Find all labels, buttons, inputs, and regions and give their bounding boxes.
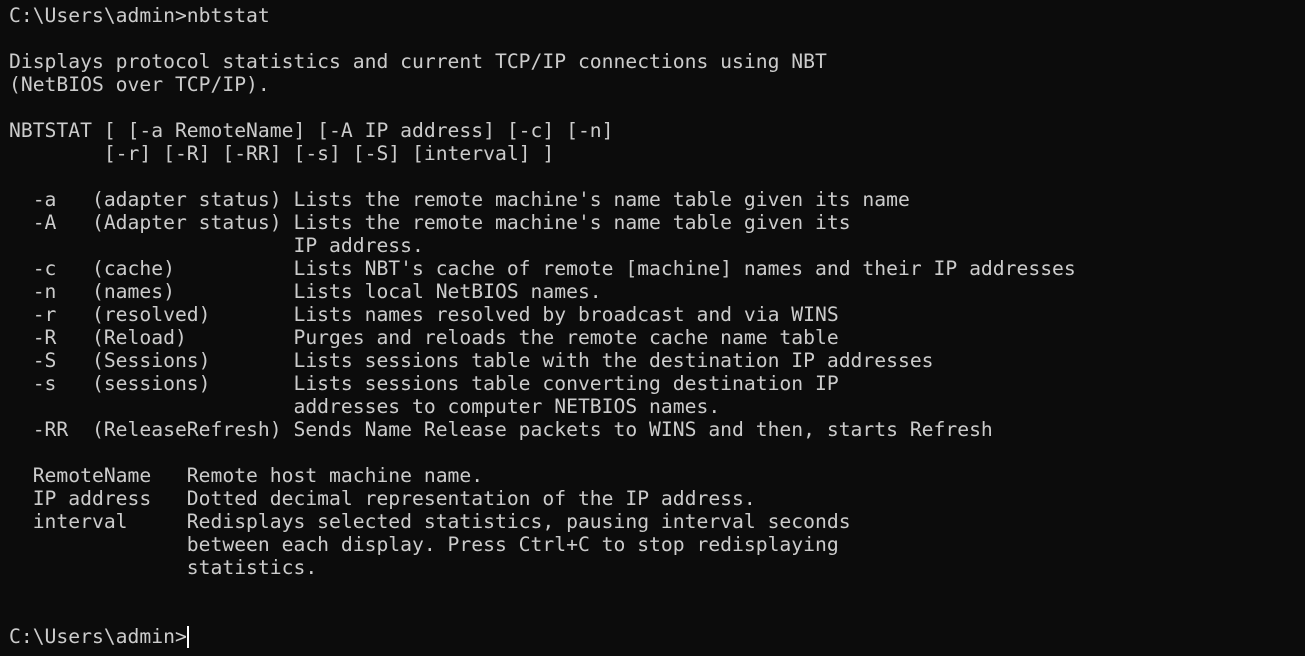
option-line: -a (adapter status) Lists the remote mac… — [9, 188, 910, 211]
output-line: (NetBIOS over TCP/IP). — [9, 73, 270, 96]
usage-line: NBTSTAT [ [-a RemoteName] [-A IP address… — [9, 119, 614, 142]
option-line: -n (names) Lists local NetBIOS names. — [9, 280, 602, 303]
prompt-line[interactable]: C:\Users\admin> — [9, 625, 1305, 648]
option-line: -R (Reload) Purges and reloads the remot… — [9, 326, 839, 349]
text-cursor — [186, 626, 189, 648]
prompt-text: C:\Users\admin> — [9, 625, 187, 648]
parameter-line: statistics. — [9, 556, 318, 579]
parameter-line: RemoteName Remote host machine name. — [9, 464, 484, 487]
output-line: Displays protocol statistics and current… — [9, 50, 827, 73]
option-line: -RR (ReleaseRefresh) Sends Name Release … — [9, 418, 993, 441]
parameter-line: between each display. Press Ctrl+C to st… — [9, 533, 839, 556]
option-line: -c (cache) Lists NBT's cache of remote [… — [9, 257, 1076, 280]
parameter-line: interval Redisplays selected statistics,… — [9, 510, 851, 533]
option-line: -r (resolved) Lists names resolved by br… — [9, 303, 839, 326]
terminal-window[interactable]: C:\Users\admin>nbtstat Displays protocol… — [0, 0, 1305, 656]
option-line: -A (Adapter status) Lists the remote mac… — [9, 211, 851, 234]
usage-line: [-r] [-R] [-RR] [-s] [-S] [interval] ] — [9, 142, 555, 165]
option-line: IP address. — [9, 234, 424, 257]
option-line: addresses to computer NETBIOS names. — [9, 395, 721, 418]
command-line: C:\Users\admin>nbtstat — [9, 4, 270, 27]
option-line: -S (Sessions) Lists sessions table with … — [9, 349, 934, 372]
option-line: -s (sessions) Lists sessions table conve… — [9, 372, 839, 395]
parameter-line: IP address Dotted decimal representation… — [9, 487, 756, 510]
